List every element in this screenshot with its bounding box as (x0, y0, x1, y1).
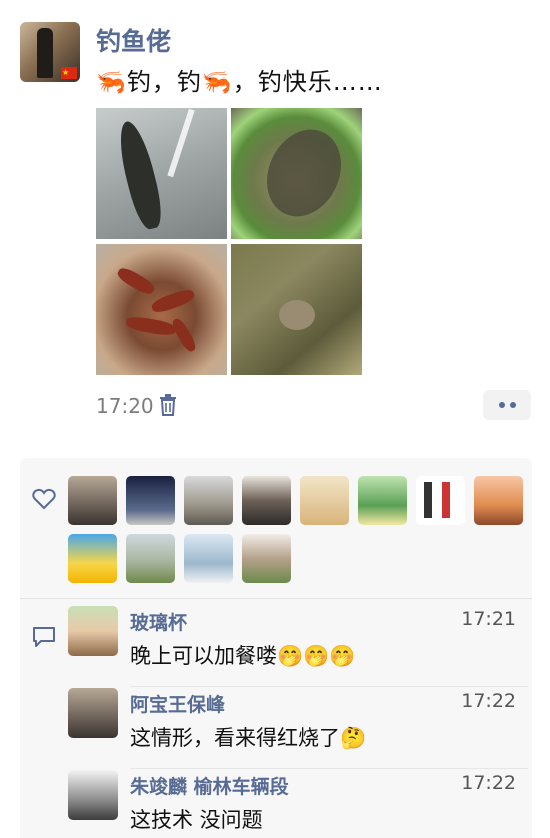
china-flag-icon: ★ (61, 67, 77, 79)
commenter-name[interactable]: 朱竣麟 榆林车辆段 (130, 772, 289, 799)
commenter-name[interactable]: 玻璃杯 (130, 608, 187, 635)
comment-text: 晚上可以加餐喽🤭🤭🤭 (130, 644, 356, 668)
comment-item[interactable]: 玻璃杯 17:21 晚上可以加餐喽🤭🤭🤭 (68, 606, 528, 687)
photo-grid (96, 108, 362, 376)
comment-divider (130, 768, 528, 769)
like-avatar[interactable] (184, 476, 233, 525)
author-name[interactable]: 钓鱼佬 (96, 22, 171, 58)
like-avatar[interactable] (68, 534, 117, 583)
photo-fish-sink[interactable] (96, 108, 227, 239)
comment-item[interactable]: 朱竣麟 榆林车辆段 17:22 这技术 没问题 (68, 770, 528, 838)
comment-item[interactable]: 阿宝王保峰 17:22 这情形，看来得红烧了🤔 (68, 688, 528, 769)
comment-text: 这技术 没问题 (130, 808, 263, 832)
moments-post: ★ 钓鱼佬 🦐钓，钓🦐，钓快乐…… 17:20 (0, 0, 550, 440)
like-avatar[interactable] (126, 476, 175, 525)
post-text: 🦐钓，钓🦐，钓快乐…… (96, 68, 383, 96)
interaction-panel: 玻璃杯 17:21 晚上可以加餐喽🤭🤭🤭 阿宝王保峰 17:22 这情形，看来得… (20, 458, 532, 838)
photo-grass[interactable] (231, 244, 362, 375)
more-options-button[interactable] (483, 390, 531, 420)
photo-fish-bucket[interactable] (231, 108, 362, 239)
like-avatar[interactable] (358, 476, 407, 525)
author-avatar[interactable]: ★ (20, 22, 80, 82)
like-avatar[interactable] (242, 534, 291, 583)
commenter-avatar[interactable] (68, 688, 118, 738)
like-avatar[interactable] (300, 476, 349, 525)
commenter-avatar[interactable] (68, 770, 118, 820)
like-avatar[interactable] (68, 476, 117, 525)
commenter-avatar[interactable] (68, 606, 118, 656)
comment-text: 这情形，看来得红烧了🤔 (130, 726, 367, 750)
photo-crayfish[interactable] (96, 244, 227, 375)
heart-icon (32, 488, 56, 510)
comment-divider (130, 686, 528, 687)
like-avatar[interactable] (126, 534, 175, 583)
comment-icon (33, 627, 55, 647)
comment-time: 17:21 (461, 608, 516, 630)
post-time: 17:20 (96, 394, 154, 418)
like-avatar[interactable] (474, 476, 523, 525)
commenter-name[interactable]: 阿宝王保峰 (130, 690, 225, 717)
divider (20, 598, 532, 599)
like-avatar[interactable] (242, 476, 291, 525)
like-avatar[interactable] (184, 534, 233, 583)
comment-time: 17:22 (461, 772, 516, 794)
trash-icon[interactable] (158, 394, 178, 416)
like-avatar[interactable] (416, 476, 465, 525)
comment-time: 17:22 (461, 690, 516, 712)
